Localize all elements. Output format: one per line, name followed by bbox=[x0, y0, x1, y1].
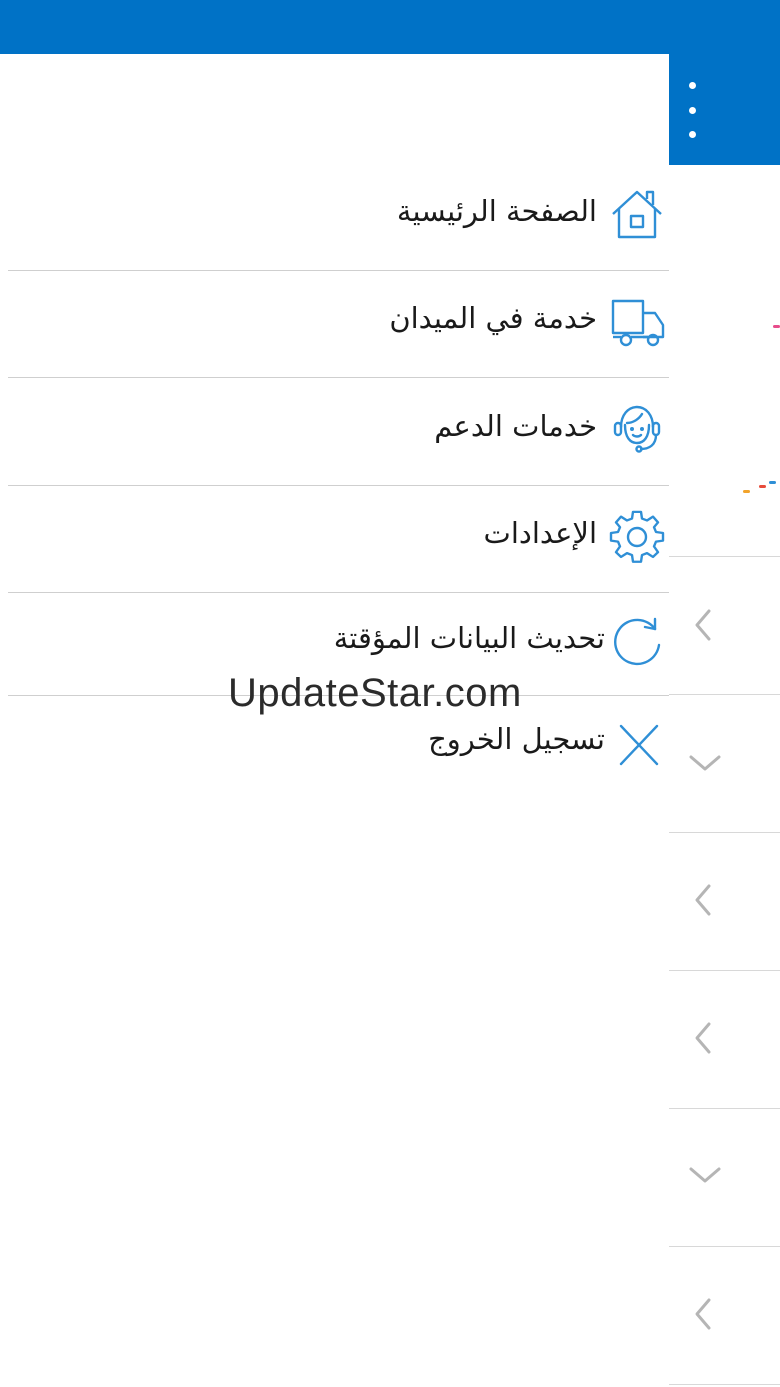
background-list bbox=[669, 165, 780, 1387]
refresh-icon bbox=[614, 617, 661, 666]
more-dot bbox=[688, 131, 696, 138]
navigation-drawer: الصفحة الرئيسية خدمة في الميدان خدمات ال… bbox=[0, 54, 669, 1387]
watermark: UpdateStar.com bbox=[228, 671, 522, 715]
menu-item-label: الإعدادات bbox=[483, 516, 597, 550]
list-divider bbox=[669, 1108, 780, 1109]
decorative-dot bbox=[773, 325, 780, 328]
list-divider bbox=[669, 970, 780, 971]
more-options-button[interactable] bbox=[677, 82, 707, 138]
menu-divider bbox=[8, 377, 669, 378]
list-divider bbox=[669, 556, 780, 557]
menu-item-support-services[interactable]: خدمات الدعم bbox=[8, 379, 669, 486]
list-divider bbox=[669, 1246, 780, 1247]
truck-icon bbox=[611, 299, 665, 347]
home-icon bbox=[612, 190, 662, 239]
chevron-left-icon[interactable] bbox=[685, 1018, 725, 1058]
close-icon bbox=[619, 724, 659, 766]
list-divider bbox=[669, 832, 780, 833]
menu-item-label: خدمة في الميدان bbox=[389, 301, 597, 335]
menu-item-label: الصفحة الرئيسية bbox=[396, 194, 597, 228]
menu-item-field-service[interactable]: خدمة في الميدان bbox=[8, 271, 669, 378]
menu-item-home[interactable]: الصفحة الرئيسية bbox=[8, 164, 669, 271]
chevron-down-icon[interactable] bbox=[685, 743, 725, 783]
decorative-dot bbox=[769, 481, 776, 484]
menu-item-settings[interactable]: الإعدادات bbox=[8, 486, 669, 593]
chevron-left-icon[interactable] bbox=[685, 605, 725, 645]
menu-item-label: تحديث البيانات المؤقتة bbox=[333, 621, 605, 655]
status-bar bbox=[0, 0, 780, 54]
list-divider bbox=[669, 694, 780, 695]
menu-item-label: تسجيل الخروج bbox=[428, 722, 605, 756]
more-dot bbox=[688, 106, 696, 114]
list-divider bbox=[669, 1384, 780, 1385]
chevron-left-icon[interactable] bbox=[685, 880, 725, 920]
decorative-dot bbox=[743, 490, 750, 493]
menu-item-label: خدمات الدعم bbox=[434, 409, 597, 443]
chevron-down-icon[interactable] bbox=[685, 1155, 725, 1195]
decorative-dot bbox=[759, 485, 766, 488]
chevron-left-icon[interactable] bbox=[685, 1294, 725, 1334]
more-vertical-icon bbox=[688, 82, 696, 89]
gear-icon bbox=[609, 510, 665, 563]
headset-support-icon bbox=[613, 405, 661, 453]
